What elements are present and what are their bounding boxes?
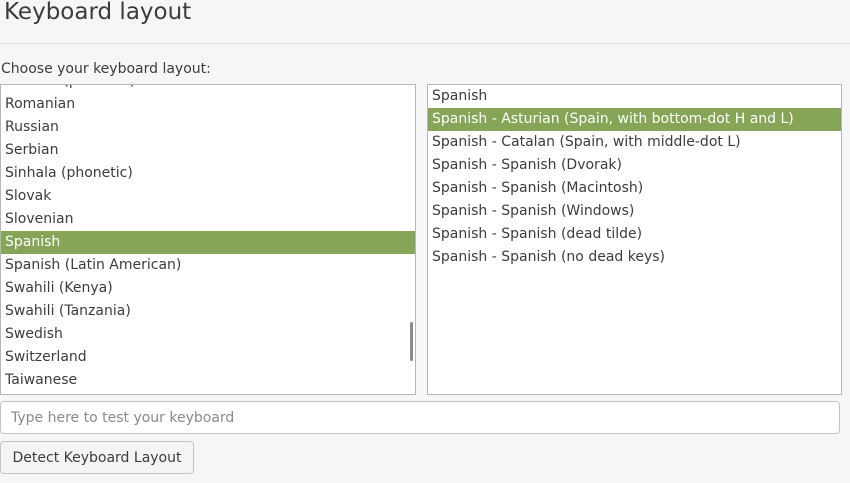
layout-list-item[interactable]: Serbian xyxy=(1,139,415,162)
variant-list-item[interactable]: Spanish - Spanish (dead tilde) xyxy=(428,223,841,246)
layout-list-item[interactable]: Taiwanese xyxy=(1,369,415,392)
layout-list-item[interactable]: Swahili (Kenya) xyxy=(1,277,415,300)
keyboard-layout-list[interactable]: Russian (phonetic)RomanianRussianSerbian… xyxy=(0,84,416,395)
layout-list-item[interactable]: Romanian xyxy=(1,93,415,116)
detect-keyboard-layout-button[interactable]: Detect Keyboard Layout xyxy=(0,441,194,474)
variant-list-item[interactable]: Spanish - Asturian (Spain, with bottom-d… xyxy=(428,108,841,131)
keyboard-layout-rows: Russian (phonetic)RomanianRussianSerbian… xyxy=(1,85,415,394)
layout-list-item[interactable]: Slovak xyxy=(1,185,415,208)
variant-list-item[interactable]: Spanish - Catalan (Spain, with middle-do… xyxy=(428,131,841,154)
layout-list-item[interactable]: Russian (phonetic) xyxy=(1,85,415,93)
layout-prompt-label: Choose your keyboard layout: xyxy=(1,61,211,77)
layout-list-item[interactable]: Spanish xyxy=(1,231,415,254)
variant-list-item[interactable]: Spanish - Spanish (Macintosh) xyxy=(428,177,841,200)
layout-list-item[interactable]: Tajik xyxy=(1,392,415,394)
layout-list-item[interactable]: Swahili (Tanzania) xyxy=(1,300,415,323)
layout-list-item[interactable]: Switzerland xyxy=(1,346,415,369)
layout-list-item[interactable]: Slovenian xyxy=(1,208,415,231)
layout-list-item[interactable]: Swedish xyxy=(1,323,415,346)
variant-list-item[interactable]: Spanish - Spanish (Dvorak) xyxy=(428,154,841,177)
page-title: Keyboard layout xyxy=(4,0,192,25)
header-divider xyxy=(0,43,850,44)
variant-list-item[interactable]: Spanish - Spanish (Windows) xyxy=(428,200,841,223)
keyboard-variant-list[interactable]: Spanish Spanish - Asturian (Spain, with b… xyxy=(427,84,842,395)
keyboard-test-input[interactable] xyxy=(0,401,840,434)
keyboard-variant-rows: Spanish Spanish - Asturian (Spain, with b… xyxy=(428,85,841,269)
layout-list-item[interactable]: Russian xyxy=(1,116,415,139)
layout-list-scrollbar[interactable] xyxy=(410,322,413,361)
variant-list-item[interactable]: Spanish - Spanish (no dead keys) xyxy=(428,246,841,269)
layout-list-item[interactable]: Spanish (Latin American) xyxy=(1,254,415,277)
layout-list-item[interactable]: Sinhala (phonetic) xyxy=(1,162,415,185)
variant-list-item[interactable]: Spanish xyxy=(428,85,841,108)
